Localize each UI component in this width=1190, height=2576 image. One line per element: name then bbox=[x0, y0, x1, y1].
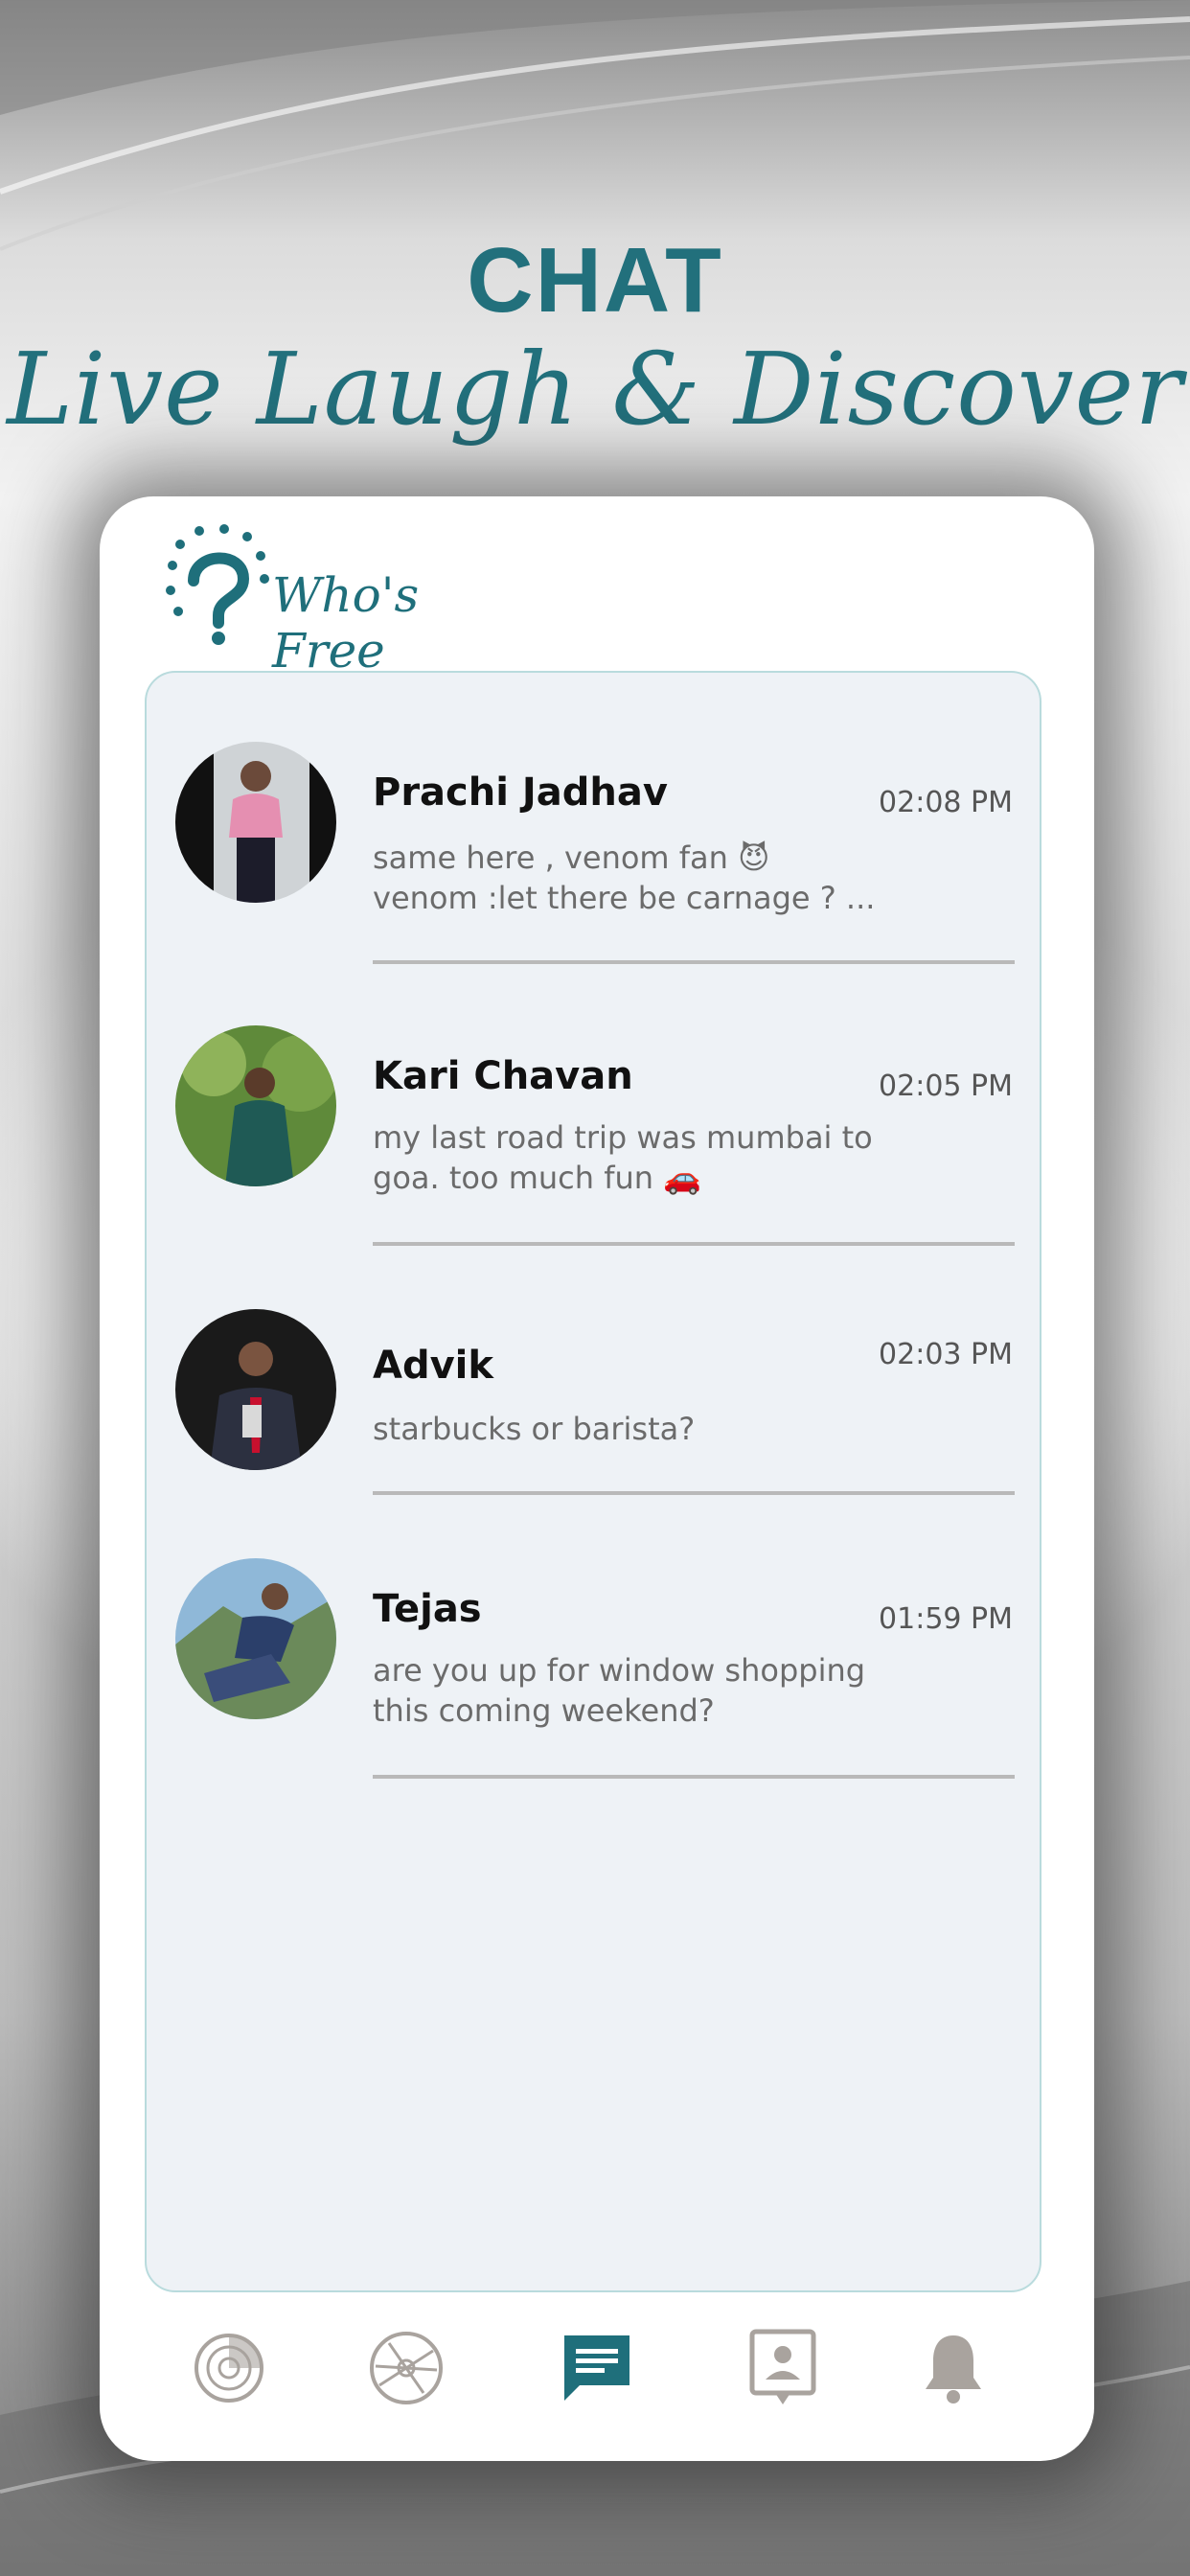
radar-icon bbox=[195, 2334, 263, 2403]
compass-icon bbox=[370, 2332, 443, 2404]
message-time: 02:05 PM bbox=[879, 1070, 1013, 1103]
message-time: 02:03 PM bbox=[879, 1338, 1013, 1371]
contact-name: Tejas bbox=[373, 1587, 482, 1631]
message-time: 02:08 PM bbox=[879, 786, 1013, 819]
message-preview: my last road trip was mumbai to goa. too… bbox=[373, 1119, 873, 1196]
chat-list: Prachi Jadhav 02:08 PM same here , venom… bbox=[145, 671, 1041, 2292]
bell-icon bbox=[926, 2335, 981, 2404]
chat-item[interactable]: Advik 02:03 PM starbucks or barista? bbox=[147, 1309, 1043, 1501]
nav-chat[interactable] bbox=[554, 2325, 640, 2411]
chat-item[interactable]: Prachi Jadhav 02:08 PM same here , venom… bbox=[147, 742, 1043, 972]
app-logo[interactable]: Who's Free bbox=[159, 523, 542, 678]
chat-item[interactable]: Kari Chavan 02:05 PM my last road trip w… bbox=[147, 1025, 1043, 1255]
avatar bbox=[175, 1558, 336, 1719]
divider bbox=[373, 1775, 1015, 1779]
phone-screen: Who's Free Prachi Jadhav 02:08 PM same h… bbox=[100, 496, 1094, 2461]
message-preview: same here , venom fan 😈 venom :let there… bbox=[373, 840, 876, 916]
message-preview: are you up for window shopping this comi… bbox=[373, 1652, 866, 1729]
bottom-nav bbox=[100, 2325, 1094, 2430]
avatar bbox=[175, 1025, 336, 1186]
divider bbox=[373, 1242, 1015, 1246]
message-preview: starbucks or barista? bbox=[373, 1411, 696, 1447]
nav-radar[interactable] bbox=[186, 2325, 272, 2411]
nav-notifications[interactable] bbox=[910, 2325, 996, 2411]
profile-card-icon bbox=[749, 2329, 816, 2404]
question-mark-logo-icon bbox=[166, 524, 269, 645]
avatar bbox=[175, 742, 336, 903]
contact-name: Advik bbox=[373, 1344, 493, 1388]
contact-name: Prachi Jadhav bbox=[373, 770, 668, 815]
contact-name: Kari Chavan bbox=[373, 1054, 633, 1098]
avatar bbox=[175, 1309, 336, 1470]
nav-explore[interactable] bbox=[363, 2325, 449, 2411]
message-time: 01:59 PM bbox=[879, 1602, 1013, 1636]
page-tagline: Live Laugh & Discover bbox=[7, 331, 1183, 448]
nav-profile[interactable] bbox=[740, 2325, 826, 2411]
chat-icon bbox=[564, 2335, 629, 2401]
chat-item[interactable]: Tejas 01:59 PM are you up for window sho… bbox=[147, 1558, 1043, 1788]
page-title: CHAT bbox=[467, 229, 723, 332]
logo-text: Who's Free bbox=[272, 567, 420, 678]
divider bbox=[373, 960, 1015, 964]
divider bbox=[373, 1491, 1015, 1495]
